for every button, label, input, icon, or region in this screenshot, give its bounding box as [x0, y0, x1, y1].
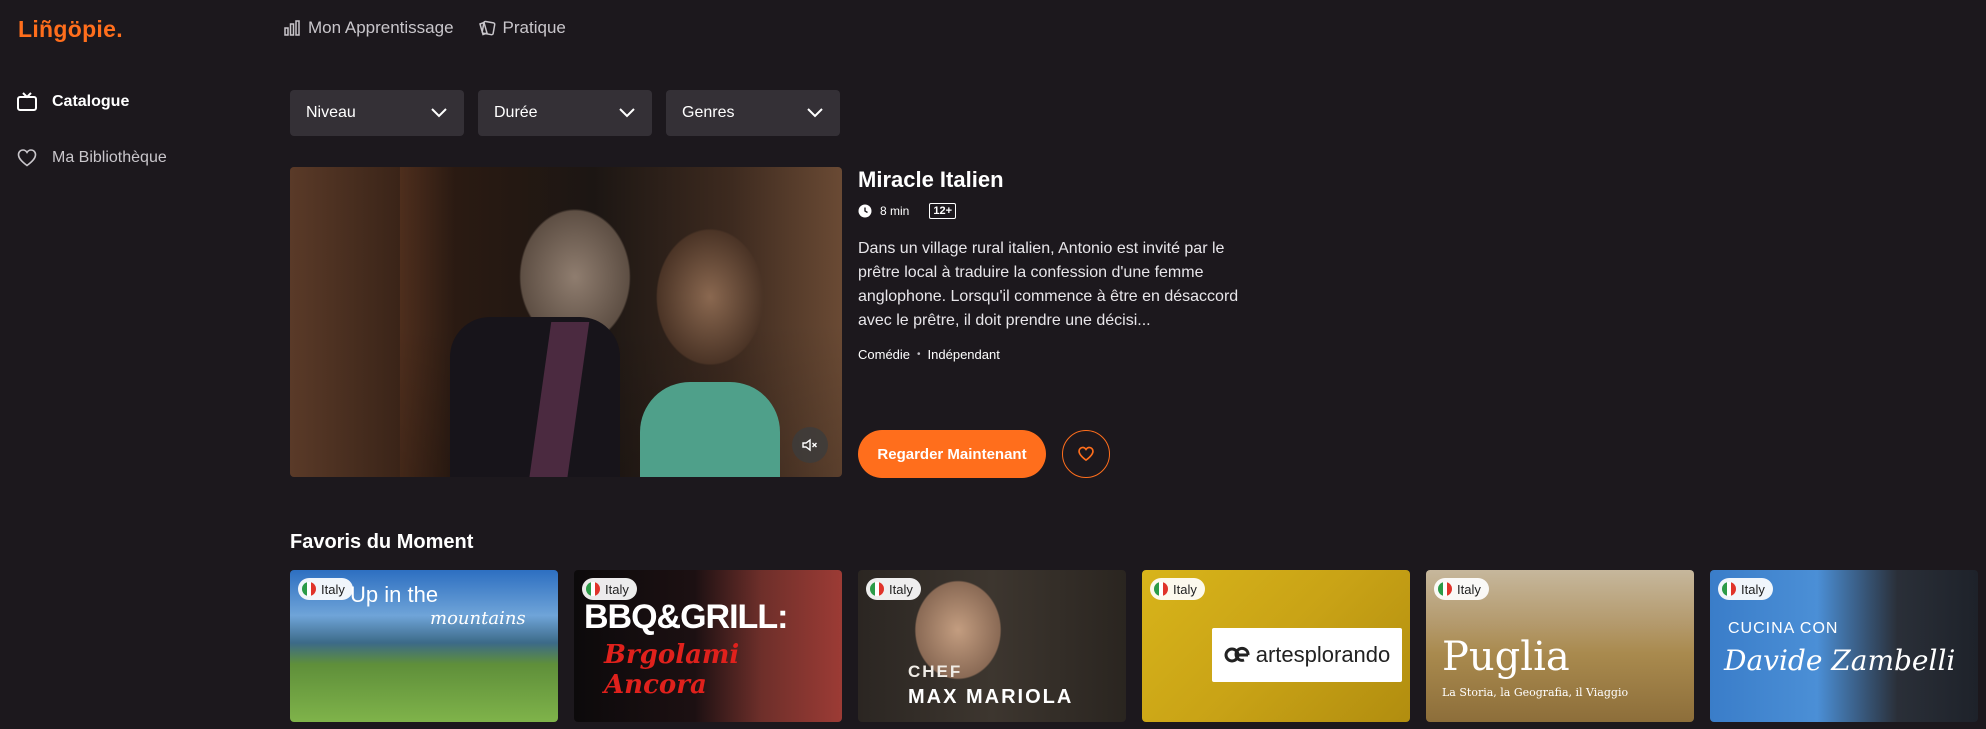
- sidebar-item-label: Catalogue: [52, 93, 130, 110]
- show-card[interactable]: BBQ&GRILL: Brgolami Ancora Italy: [574, 570, 842, 722]
- country-badge: Italy: [298, 578, 353, 600]
- country-badge: Italy: [1718, 578, 1773, 600]
- hero-meta: 8 min 12+: [858, 203, 1258, 219]
- chevron-down-icon: [619, 108, 635, 118]
- country-label: Italy: [1173, 581, 1197, 597]
- sidebar-item-ma-bibliotheque[interactable]: Ma Bibliothèque: [16, 144, 246, 172]
- favorites-row: Up in the mountains Italy BBQ&GRILL: Brg…: [290, 570, 1978, 722]
- clock-icon: [858, 204, 872, 218]
- show-card[interactable]: Puglia La Storia, la Geografia, il Viagg…: [1426, 570, 1694, 722]
- add-to-library-button[interactable]: [1062, 430, 1110, 478]
- card-subtitle: La Storia, la Geografia, il Viaggio: [1442, 686, 1629, 699]
- card-title: artesplorando: [1255, 642, 1391, 667]
- country-badge: Italy: [866, 578, 921, 600]
- heart-icon: [17, 149, 37, 167]
- watch-now-button[interactable]: Regarder Maintenant: [858, 430, 1046, 478]
- show-card[interactable]: CUCINA CON Davide Zambelli Italy: [1710, 570, 1978, 722]
- country-badge: Italy: [582, 578, 637, 600]
- cards-icon: [478, 20, 496, 36]
- hero-scene-young-man: [640, 382, 780, 477]
- filter-genres[interactable]: Genres: [666, 90, 840, 136]
- italy-flag-icon: [586, 582, 600, 596]
- hero-duration: 8 min: [880, 204, 910, 218]
- nav-mon-apprentissage[interactable]: Mon Apprentissage: [283, 18, 454, 38]
- country-label: Italy: [889, 581, 913, 597]
- card-subtitle: mountains: [430, 608, 526, 629]
- genre-tag: Indépendant: [927, 347, 1000, 362]
- country-label: Italy: [1741, 581, 1765, 597]
- country-badge: Italy: [1150, 578, 1205, 600]
- country-label: Italy: [1457, 581, 1481, 597]
- show-card[interactable]: Up in the mountains Italy: [290, 570, 558, 722]
- heart-icon: [1078, 446, 1094, 462]
- filter-duree[interactable]: Durée: [478, 90, 652, 136]
- tv-icon: [17, 92, 37, 111]
- artesplorando-logo: artesplorando: [1212, 628, 1402, 682]
- card-title: Up in the: [350, 582, 439, 607]
- italy-flag-icon: [1438, 582, 1452, 596]
- speaker-muted-icon: [802, 438, 817, 452]
- filter-label: Durée: [494, 104, 538, 121]
- italy-flag-icon: [1722, 582, 1736, 596]
- show-card[interactable]: CHEF MAX MARIOLA Italy: [858, 570, 1126, 722]
- sidebar-item-label: Ma Bibliothèque: [52, 149, 167, 166]
- nav-pratique[interactable]: Pratique: [478, 18, 566, 38]
- card-title: Puglia: [1442, 634, 1570, 680]
- filter-label: Genres: [682, 104, 735, 121]
- bar-chart-icon: [284, 20, 300, 36]
- ae-logo-icon: [1224, 646, 1250, 663]
- show-card[interactable]: artesplorando Italy: [1142, 570, 1410, 722]
- italy-flag-icon: [1154, 582, 1168, 596]
- filter-niveau[interactable]: Niveau: [290, 90, 464, 136]
- nav-label: Pratique: [502, 18, 566, 37]
- sidebar-item-catalogue[interactable]: Catalogue: [16, 88, 246, 116]
- card-title: CUCINA CON: [1728, 620, 1839, 637]
- app-logo[interactable]: Liñgöpie.: [18, 16, 123, 43]
- country-label: Italy: [605, 581, 629, 597]
- italy-flag-icon: [302, 582, 316, 596]
- chevron-down-icon: [431, 108, 447, 118]
- hero-scene-door: [290, 167, 400, 477]
- hero-genres: Comédie • Indépendant: [858, 347, 1258, 362]
- country-badge: Italy: [1434, 578, 1489, 600]
- filter-bar: Niveau Durée Genres: [290, 90, 840, 136]
- sidebar: Catalogue Ma Bibliothèque: [16, 88, 246, 200]
- mute-button[interactable]: [792, 427, 828, 463]
- age-rating-badge: 12+: [929, 203, 957, 219]
- genre-tag: Comédie: [858, 347, 911, 362]
- card-subtitle: Brgolami Ancora: [604, 640, 740, 700]
- nav-label: Mon Apprentissage: [308, 18, 454, 37]
- country-label: Italy: [321, 581, 345, 597]
- italy-flag-icon: [870, 582, 884, 596]
- hero-info: Miracle Italien 8 min 12+ Dans un villag…: [858, 167, 1258, 362]
- genre-separator: •: [917, 349, 921, 360]
- chevron-down-icon: [807, 108, 823, 118]
- hero-video[interactable]: [290, 167, 842, 477]
- hero-description: Dans un village rural italien, Antonio e…: [858, 240, 1239, 329]
- filter-label: Niveau: [306, 104, 356, 121]
- hero-title: Miracle Italien: [858, 167, 1004, 192]
- card-title: BBQ&GRILL:: [584, 598, 788, 636]
- card-subtitle: MAX MARIOLA: [908, 686, 1074, 708]
- top-navigation: Mon Apprentissage Pratique: [283, 18, 566, 38]
- card-subtitle: Davide Zambelli: [1724, 644, 1956, 677]
- hero-actions: Regarder Maintenant: [858, 430, 1110, 478]
- card-title: CHEF: [908, 662, 963, 681]
- favorites-section-title: Favoris du Moment: [290, 531, 474, 553]
